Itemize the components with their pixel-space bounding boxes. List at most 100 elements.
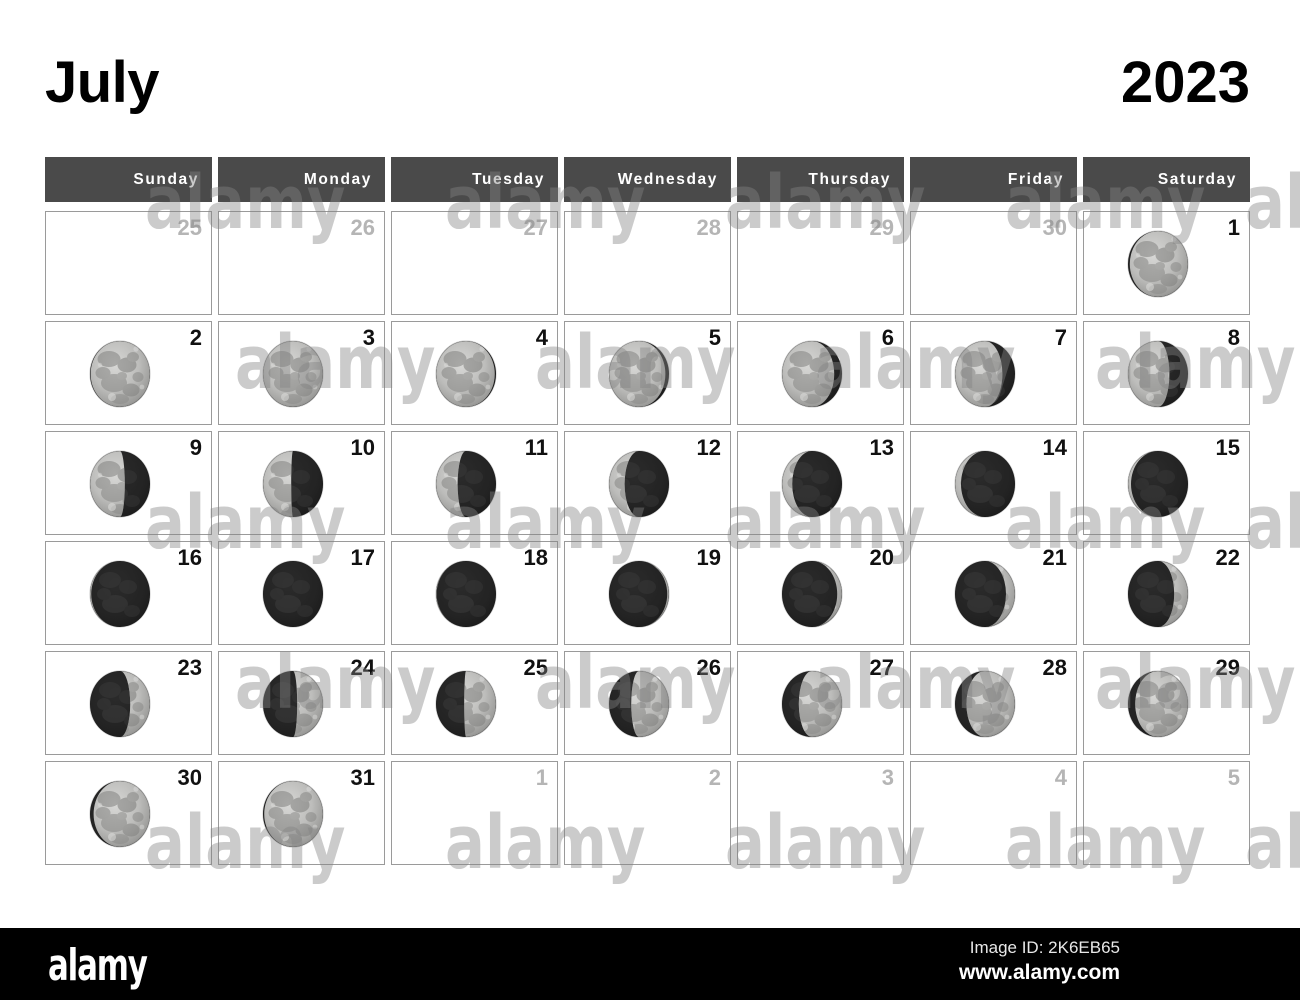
day-number: 30 xyxy=(1042,215,1067,240)
weekday-header-sunday: Sunday xyxy=(45,157,212,202)
day-cell[interactable]: 5 xyxy=(564,321,731,425)
day-number: 14 xyxy=(1042,435,1067,460)
weekday-header-label: Monday xyxy=(303,170,372,188)
day-cell[interactable]: 7 xyxy=(910,321,1077,425)
weekday-header-row: Sunday Monday Tuesday Wednesday Thursday Frid… xyxy=(45,157,1250,202)
day-cell[interactable]: 1 xyxy=(1083,211,1250,315)
moon-phase-icon xyxy=(941,659,1029,749)
moon-phase-icon xyxy=(595,329,683,419)
moon-phase-icon xyxy=(249,659,337,749)
day-cell[interactable]: 11 xyxy=(391,431,558,535)
day-cell-out-of-month[interactable]: 26 xyxy=(218,211,385,315)
moon-phase-icon xyxy=(1114,439,1202,529)
day-number: 10 xyxy=(350,435,375,460)
day-cell[interactable]: 19 xyxy=(564,541,731,645)
weekday-header-tuesday: Tuesday xyxy=(391,157,558,202)
day-number: 25 xyxy=(177,215,202,240)
day-cell[interactable]: 30 xyxy=(45,761,212,865)
day-cell[interactable]: 8 xyxy=(1083,321,1250,425)
day-cell-out-of-month[interactable]: 4 xyxy=(910,761,1077,865)
day-cell[interactable]: 18 xyxy=(391,541,558,645)
day-number: 15 xyxy=(1215,435,1240,460)
alamy-logo: alamy xyxy=(48,940,148,991)
day-cell[interactable]: 28 xyxy=(910,651,1077,755)
day-number: 17 xyxy=(350,545,375,570)
moon-phase-icon xyxy=(76,329,164,419)
day-number: 4 xyxy=(1054,765,1067,790)
day-cell[interactable]: 29 xyxy=(1083,651,1250,755)
alamy-url-label: www.alamy.com xyxy=(958,961,1120,984)
day-cell-out-of-month[interactable]: 2 xyxy=(564,761,731,865)
day-number: 7 xyxy=(1054,325,1067,350)
moon-phase-icon xyxy=(422,329,510,419)
day-cell-out-of-month[interactable]: 27 xyxy=(391,211,558,315)
day-number: 18 xyxy=(523,545,548,570)
day-cell[interactable]: 27 xyxy=(737,651,904,755)
day-number: 22 xyxy=(1215,545,1240,570)
day-cell[interactable]: 25 xyxy=(391,651,558,755)
day-cell-out-of-month[interactable]: 29 xyxy=(737,211,904,315)
moon-phase-icon xyxy=(595,549,683,639)
day-cell[interactable]: 3 xyxy=(218,321,385,425)
image-id-label: Image ID: 2K6EB65 xyxy=(969,938,1120,957)
weekday-header-friday: Friday xyxy=(910,157,1077,202)
day-cell[interactable]: 24 xyxy=(218,651,385,755)
day-number: 29 xyxy=(1215,655,1240,680)
day-cell[interactable]: 6 xyxy=(737,321,904,425)
day-cell[interactable]: 2 xyxy=(45,321,212,425)
day-cell[interactable]: 9 xyxy=(45,431,212,535)
weekday-header-label: Saturday xyxy=(1157,170,1237,188)
day-cell-out-of-month[interactable]: 28 xyxy=(564,211,731,315)
moon-phase-icon xyxy=(76,549,164,639)
day-cell[interactable]: 23 xyxy=(45,651,212,755)
moon-phase-icon xyxy=(422,439,510,529)
day-cell[interactable]: 14 xyxy=(910,431,1077,535)
calendar-week-row: 23 24 25 26 27 28 29 xyxy=(45,651,1250,755)
calendar-week-row: 9 10 11 12 13 14 15 xyxy=(45,431,1250,535)
day-number: 20 xyxy=(869,545,894,570)
day-number: 25 xyxy=(523,655,548,680)
day-cell-out-of-month[interactable]: 1 xyxy=(391,761,558,865)
day-cell-out-of-month[interactable]: 5 xyxy=(1083,761,1250,865)
day-cell-out-of-month[interactable]: 30 xyxy=(910,211,1077,315)
watermark-text: alamy xyxy=(1245,800,1300,886)
day-cell[interactable]: 22 xyxy=(1083,541,1250,645)
moon-phase-icon xyxy=(941,329,1029,419)
day-number: 23 xyxy=(177,655,202,680)
day-cell-out-of-month[interactable]: 25 xyxy=(45,211,212,315)
day-number: 28 xyxy=(1042,655,1067,680)
moon-phase-icon xyxy=(249,329,337,419)
day-cell[interactable]: 12 xyxy=(564,431,731,535)
day-cell-out-of-month[interactable]: 3 xyxy=(737,761,904,865)
moon-phase-icon xyxy=(1114,329,1202,419)
day-cell[interactable]: 20 xyxy=(737,541,904,645)
day-number: 2 xyxy=(189,325,202,350)
calendar-week-row: 30 31 1 2 3 4 5 xyxy=(45,761,1250,865)
day-number: 5 xyxy=(708,325,721,350)
day-cell[interactable]: 4 xyxy=(391,321,558,425)
day-cell[interactable]: 10 xyxy=(218,431,385,535)
day-number: 4 xyxy=(535,325,548,350)
day-cell[interactable]: 15 xyxy=(1083,431,1250,535)
day-number: 2 xyxy=(708,765,721,790)
day-cell[interactable]: 13 xyxy=(737,431,904,535)
day-cell[interactable]: 31 xyxy=(218,761,385,865)
day-cell[interactable]: 26 xyxy=(564,651,731,755)
weekday-header-saturday: Saturday xyxy=(1083,157,1250,202)
day-number: 16 xyxy=(177,545,202,570)
weekday-header-label: Thursday xyxy=(808,170,891,188)
day-cell[interactable]: 17 xyxy=(218,541,385,645)
day-number: 26 xyxy=(696,655,721,680)
calendar-page: July 2023 Sunday Monday Tuesday Wednesday Th… xyxy=(0,0,1300,1000)
moon-phase-icon xyxy=(768,439,856,529)
moon-phase-icon xyxy=(76,439,164,529)
day-cell[interactable]: 21 xyxy=(910,541,1077,645)
moon-phase-icon xyxy=(249,439,337,529)
day-number: 1 xyxy=(1227,215,1240,240)
day-number: 13 xyxy=(869,435,894,460)
day-number: 24 xyxy=(350,655,375,680)
day-number: 28 xyxy=(696,215,721,240)
moon-phase-icon xyxy=(76,769,164,859)
day-number: 21 xyxy=(1042,545,1067,570)
day-cell[interactable]: 16 xyxy=(45,541,212,645)
